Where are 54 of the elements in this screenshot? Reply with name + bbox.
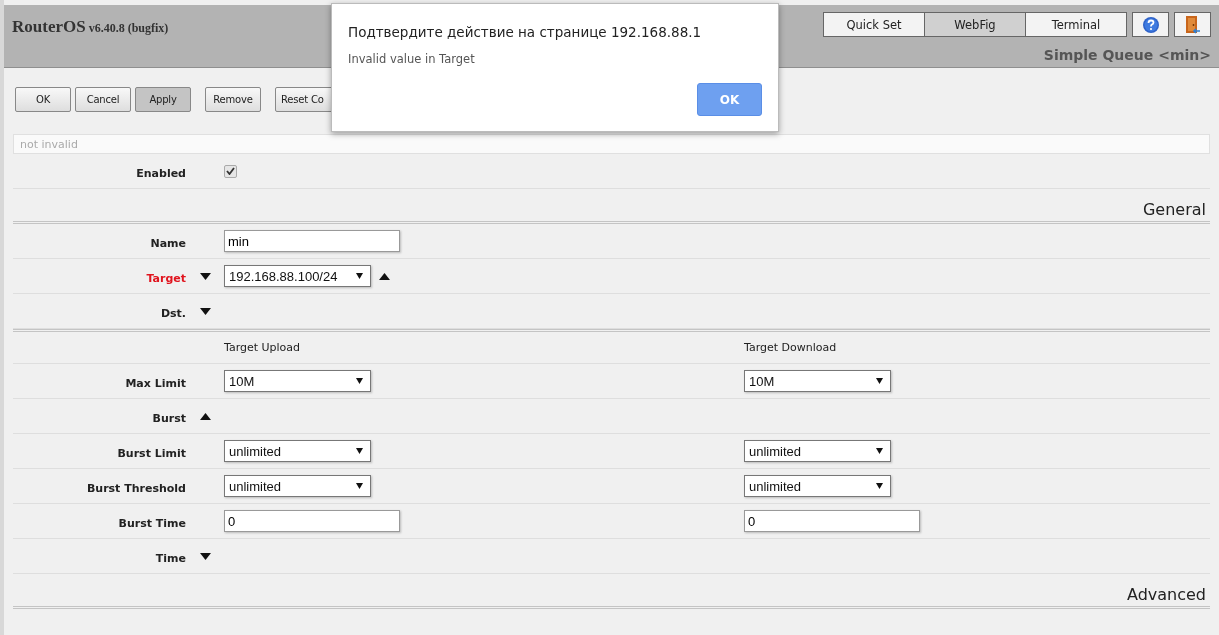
page-title: Simple Queue <min> [1043, 47, 1211, 63]
expand-arrow-icon[interactable] [199, 307, 211, 315]
field-label: Burst Threshold [86, 481, 186, 495]
checkbox[interactable] [224, 164, 237, 178]
section-heading: General [1142, 200, 1206, 219]
section-heading: Advanced [1126, 585, 1206, 604]
dialog-message: Invalid value in Target [348, 52, 476, 66]
field-label: Name [150, 236, 186, 250]
door-icon [1183, 14, 1202, 35]
toolbar-button[interactable]: Remove [205, 87, 261, 112]
logout-button[interactable] [1174, 12, 1211, 37]
status-field: not invalid [13, 134, 1210, 154]
caret-icon [876, 378, 883, 384]
caret-icon [356, 448, 363, 454]
toolbar-button[interactable]: OK [15, 87, 71, 112]
field-label: Max Limit [125, 376, 186, 390]
caret-icon [356, 273, 363, 279]
field-label: Burst Time [118, 516, 186, 530]
version-label: v6.40.8 (bugfix) [88, 21, 169, 35]
dropdown-field[interactable]: unlimited [744, 475, 891, 497]
field-label: Burst [152, 411, 186, 425]
dropdown-field[interactable]: 10M [744, 370, 891, 392]
caret-icon [356, 483, 363, 489]
nav-tab[interactable]: Terminal [1025, 12, 1127, 37]
collapse-arrow-icon[interactable] [199, 412, 211, 420]
field-label: Target [146, 271, 186, 285]
field-label: Burst Limit [117, 446, 186, 460]
column-heading: Target Upload [224, 341, 301, 354]
caret-icon [356, 378, 363, 384]
toolbar-button[interactable]: Apply [135, 87, 191, 112]
expand-arrow-icon[interactable] [199, 272, 211, 280]
help-icon [1141, 15, 1160, 34]
text-field[interactable]: min [224, 230, 400, 252]
dropdown-field[interactable]: unlimited [224, 475, 371, 497]
nav-tab[interactable]: Quick Set [823, 12, 925, 37]
dropdown-field[interactable]: 192.168.88.100/24 [224, 265, 371, 287]
nav-tab[interactable]: WebFig [924, 12, 1026, 37]
help-button[interactable] [1132, 12, 1169, 37]
column-heading: Target Download [744, 341, 837, 354]
field-label: Time [155, 551, 186, 565]
field-label: Enabled [136, 166, 186, 180]
text-field[interactable]: 0 [224, 510, 400, 532]
caret-icon [876, 483, 883, 489]
toolbar-button[interactable]: Cancel [75, 87, 131, 112]
dialog-title: Подтвердите действие на странице 192.168.88.1 [348, 24, 703, 40]
caret-icon [876, 448, 883, 454]
text-field[interactable]: 0 [744, 510, 920, 532]
expand-arrow-icon[interactable] [199, 552, 211, 560]
dropdown-field[interactable]: 10M [224, 370, 371, 392]
remove-arrow-icon[interactable] [379, 272, 390, 280]
product-name: RouterOS [12, 17, 86, 36]
field-label: Dst. [160, 306, 186, 320]
dropdown-field[interactable]: unlimited [744, 440, 891, 462]
dropdown-field[interactable]: unlimited [224, 440, 371, 462]
